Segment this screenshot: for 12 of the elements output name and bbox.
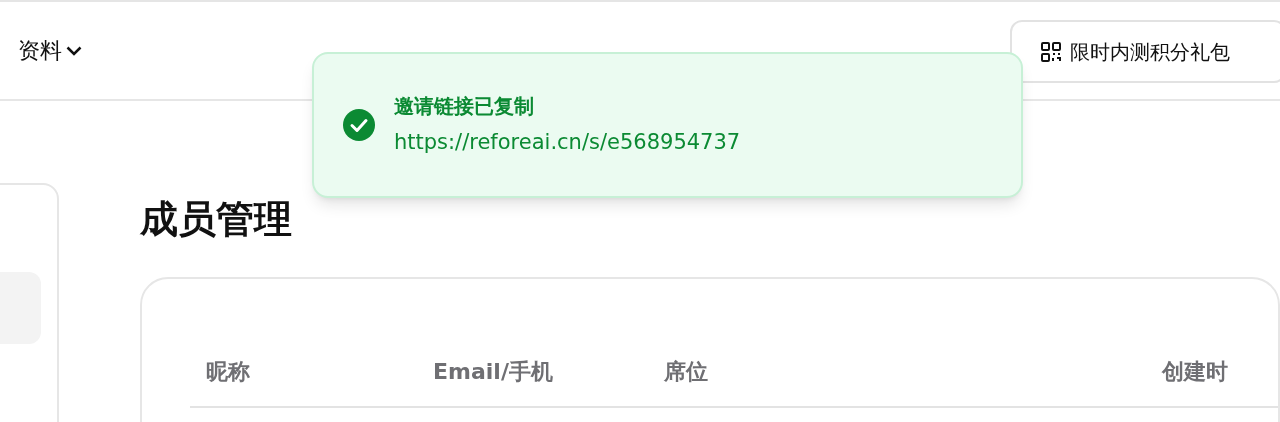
menu-dropdown[interactable]: 资料 xyxy=(18,34,82,67)
promo-button[interactable]: 限时内测积分礼包 xyxy=(1010,20,1280,83)
column-header: 席位 xyxy=(663,357,709,386)
column-header: 创建时 xyxy=(1160,357,1229,386)
chevron-down-icon xyxy=(66,45,82,56)
toast-message: https://reforeai.cn/s/e568954737 xyxy=(394,129,741,157)
column-header: 昵称 xyxy=(205,357,251,386)
toast-title: 邀请链接已复制 xyxy=(394,93,535,121)
page-title: 成员管理 xyxy=(140,196,293,243)
check-circle-icon xyxy=(342,108,376,142)
qr-code-icon xyxy=(1040,40,1062,63)
column-header: Email/手机 xyxy=(432,357,554,386)
